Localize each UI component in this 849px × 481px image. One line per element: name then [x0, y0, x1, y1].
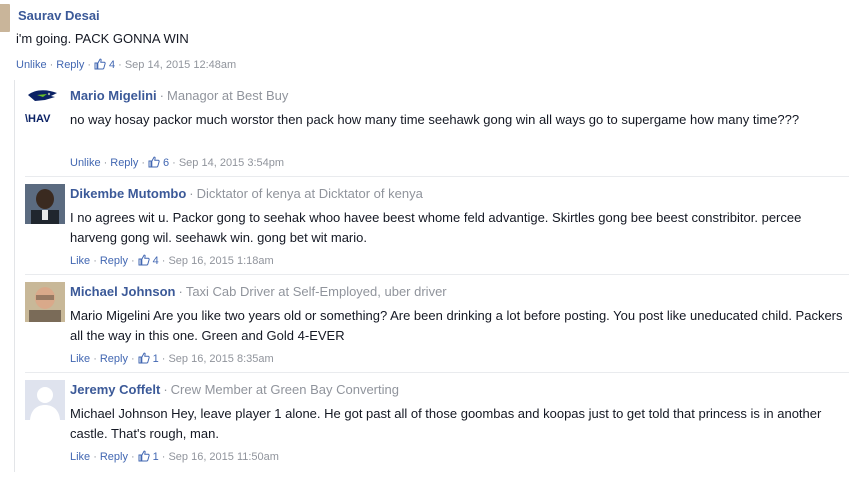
- like-count-value: 1: [152, 451, 159, 463]
- like-count[interactable]: 1: [138, 450, 159, 463]
- avatar-text: \HAV: [25, 113, 51, 125]
- reply-text: I no agrees wit u. Packor gong to seehak…: [70, 210, 802, 245]
- reply-author[interactable]: Jeremy Coffelt: [70, 382, 160, 397]
- separator: ·: [161, 353, 166, 365]
- reply-author[interactable]: Dikembe Mutombo: [70, 186, 186, 201]
- divider: [25, 372, 849, 373]
- like-count-value: 1: [152, 353, 159, 365]
- separator: ·: [103, 157, 108, 169]
- separator: ·: [159, 88, 165, 103]
- thumbs-up-icon: [138, 352, 150, 364]
- reply-header: Mario Migelini · Managor at Best Buy: [70, 88, 288, 103]
- separator: ·: [178, 284, 183, 299]
- reply-header: Dikembe Mutombo · Dicktator of kenya at Di…: [70, 186, 423, 201]
- avatar[interactable]: [25, 184, 65, 224]
- thumbs-up-icon: [138, 450, 150, 462]
- avatar[interactable]: [25, 380, 65, 420]
- reply-text: Michael Johnson Hey, leave player 1 alon…: [70, 406, 822, 441]
- reply-actions: Like · Reply · 1 · Sep 16, 2015 11:50am: [70, 450, 279, 463]
- separator: ·: [93, 451, 97, 463]
- seahawks-logo-icon: \HAV: [25, 90, 57, 125]
- divider: [25, 274, 849, 275]
- reply-header: Michael Johnson · Taxi Cab Driver at Self-…: [70, 284, 447, 299]
- reply-actions: Like · Reply · 4 · Sep 16, 2015 1:18am: [70, 254, 274, 267]
- comment-actions: Unlike · Reply · 4 · Sep 14, 2015 12:48am: [16, 58, 236, 71]
- reply-link[interactable]: Reply: [110, 157, 138, 169]
- separator: ·: [130, 255, 135, 267]
- reply-author-role: Crew Member at Green Bay Converting: [170, 382, 399, 397]
- thumbs-up-icon: [148, 156, 160, 168]
- like-count[interactable]: 4: [138, 254, 159, 267]
- separator: ·: [93, 255, 97, 267]
- unlike-link[interactable]: Unlike: [16, 59, 47, 71]
- like-link[interactable]: Like: [70, 353, 90, 365]
- like-link[interactable]: Like: [70, 255, 90, 267]
- like-count[interactable]: 6: [148, 156, 169, 169]
- reply-actions: Unlike · Reply · 6 · Sep 14, 2015 3:54pm: [70, 156, 284, 169]
- reply-text: Mario Migelini Are you like two years ol…: [70, 308, 843, 343]
- avatar[interactable]: [0, 4, 10, 32]
- like-count[interactable]: 1: [138, 352, 159, 365]
- profile-photo-icon: [25, 282, 65, 322]
- avatar[interactable]: [25, 282, 65, 322]
- avatar[interactable]: \HAV: [25, 86, 65, 126]
- reply-author-role: Managor at Best Buy: [167, 88, 289, 103]
- reply-thread: \HAV Mario Migelini · Managor at Best Buy …: [14, 80, 849, 472]
- comment-author[interactable]: Saurav Desai: [18, 8, 100, 23]
- separator: ·: [163, 382, 168, 397]
- divider: [25, 176, 849, 177]
- separator: ·: [93, 353, 97, 365]
- separator: ·: [161, 451, 166, 463]
- like-count-value: 4: [152, 255, 159, 267]
- profile-photo-icon: [25, 184, 65, 224]
- reply-link[interactable]: Reply: [100, 353, 128, 365]
- separator: ·: [49, 59, 54, 71]
- like-link[interactable]: Like: [70, 451, 90, 463]
- reply-author-role: Dicktator of kenya at Dicktator of kenya: [196, 186, 423, 201]
- default-avatar-icon: [25, 380, 65, 420]
- reply-link[interactable]: Reply: [100, 255, 128, 267]
- timestamp[interactable]: Sep 16, 2015 1:18am: [168, 255, 273, 267]
- like-count[interactable]: 4: [94, 58, 115, 71]
- comment-text: i'm going. PACK GONNA WIN: [16, 31, 189, 46]
- separator: ·: [130, 353, 135, 365]
- timestamp[interactable]: Sep 14, 2015 12:48am: [125, 59, 236, 71]
- thumbs-up-icon: [94, 58, 106, 70]
- separator: ·: [118, 59, 122, 71]
- timestamp[interactable]: Sep 14, 2015 3:54pm: [179, 157, 284, 169]
- timestamp[interactable]: Sep 16, 2015 11:50am: [168, 451, 279, 463]
- reply-link[interactable]: Reply: [100, 451, 128, 463]
- separator: ·: [189, 186, 194, 201]
- separator: ·: [87, 59, 92, 71]
- timestamp[interactable]: Sep 16, 2015 8:35am: [168, 353, 273, 365]
- thumbs-up-icon: [138, 254, 150, 266]
- separator: ·: [161, 255, 166, 267]
- reply-text: no way hosay packor much worstor then pa…: [70, 112, 800, 127]
- separator: ·: [172, 157, 176, 169]
- reply-actions: Like · Reply · 1 · Sep 16, 2015 8:35am: [70, 352, 274, 365]
- reply-author[interactable]: Michael Johnson: [70, 284, 175, 299]
- reply-author[interactable]: Mario Migelini: [70, 88, 157, 103]
- reply-author-role: Taxi Cab Driver at Self-Employed, uber d…: [185, 284, 447, 299]
- separator: ·: [130, 451, 135, 463]
- separator: ·: [141, 157, 146, 169]
- reply-header: Jeremy Coffelt · Crew Member at Green Bay …: [70, 382, 399, 397]
- reply-link[interactable]: Reply: [56, 59, 84, 71]
- unlike-link[interactable]: Unlike: [70, 157, 101, 169]
